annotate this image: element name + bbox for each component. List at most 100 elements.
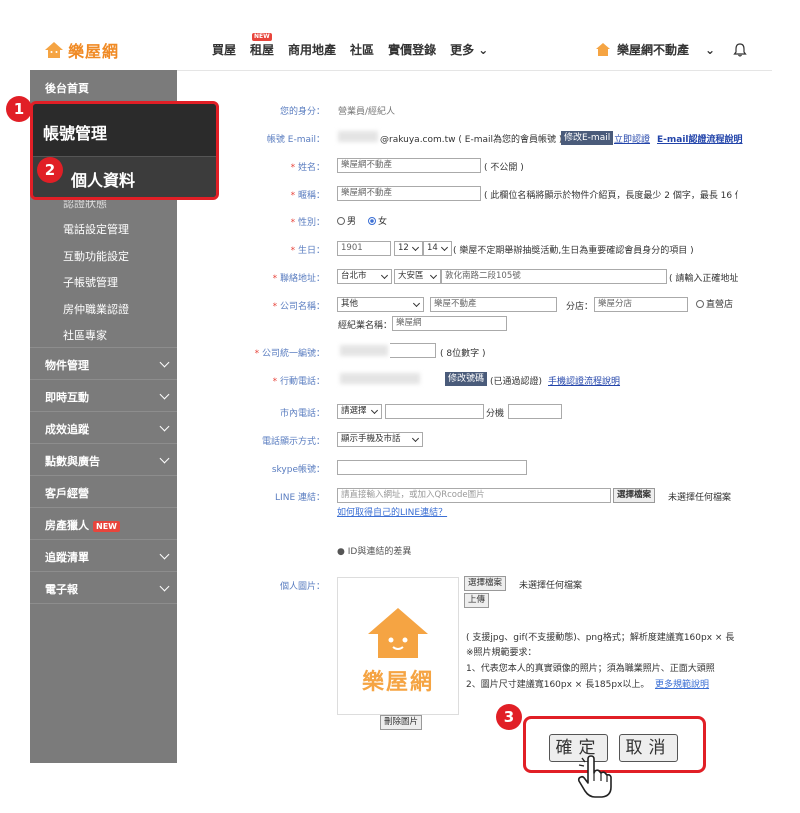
required-mark: * <box>254 349 260 359</box>
gender-female-radio[interactable]: 女 <box>368 214 387 227</box>
nav-rent[interactable]: NEW 租屋 <box>250 33 274 58</box>
nav-commercial[interactable]: 商用地產 <box>288 41 336 58</box>
sidebar-item-sub-accounts[interactable]: 子帳號管理 <box>63 274 118 290</box>
sidebar-item-label: 客戶經營 <box>45 487 89 500</box>
sidebar-item-phone-settings[interactable]: 電話設定管理 <box>63 221 129 237</box>
chevron-down-icon <box>159 357 170 368</box>
sidebar-item-agent-certification[interactable]: 房仲職業認證 <box>63 301 129 317</box>
step-badge-1: 1 <box>6 96 32 122</box>
identity-value: 營業員/經紀人 <box>338 107 396 117</box>
address-note: ( 請輸入正確地址 <box>669 274 738 284</box>
gender-male-label: 男 <box>347 217 357 227</box>
taxid-redacted <box>340 345 388 356</box>
name-note: ( 不公開 ) <box>484 163 524 173</box>
brand-input[interactable]: 樂屋網 <box>392 316 507 331</box>
delete-photo-button[interactable]: 刪除圖片 <box>380 715 423 730</box>
birth-month-select[interactable]: 12 <box>394 241 423 256</box>
radio-selected-icon <box>368 217 376 225</box>
company-type-select[interactable]: 其他 <box>337 297 424 312</box>
email-help-link[interactable]: E-mail認證流程說明 <box>657 132 743 145</box>
city-select[interactable]: 台北市 <box>337 269 392 284</box>
gender-male-radio[interactable]: 男 <box>337 214 356 227</box>
phone-area-select[interactable]: 請選擇 <box>337 404 382 419</box>
phone-label: 市內電話： <box>279 409 325 419</box>
required-mark: * <box>272 302 278 312</box>
photo-file-button[interactable]: 選擇檔案 <box>464 576 507 591</box>
birthday-label: * 生日： <box>225 243 325 256</box>
line-file-button[interactable]: 選擇檔案 <box>613 488 656 503</box>
chevron-down-icon <box>159 453 170 464</box>
sidebar-item-label: 後台首頁 <box>45 82 89 95</box>
display-mode-select[interactable]: 顯示手機及市話 <box>337 432 423 447</box>
nickname-note: ( 此欄位名稱將顯示於物件介紹頁，長度最少 2 個字，最長 16 個 <box>484 191 738 201</box>
nav-community[interactable]: 社區 <box>350 41 374 58</box>
birthday-label-text: 生日： <box>297 246 325 256</box>
phone-ext-input[interactable] <box>508 404 562 419</box>
photo-more-link[interactable]: 更多規範說明 <box>655 677 709 690</box>
verify-email-link[interactable]: 立即認證 <box>614 132 650 145</box>
house-mascot-icon <box>368 608 428 658</box>
divider <box>30 475 177 476</box>
sidebar-item-community-expert[interactable]: 社區專家 <box>63 327 107 343</box>
highlight-account-menu: 帳號管理 個人資料 <box>30 101 219 200</box>
sidebar-item-label: 成效追蹤 <box>45 423 89 436</box>
direct-store-label: 直營店 <box>706 300 734 310</box>
step-badge-2: 2 <box>37 157 63 183</box>
email-label: 帳號 E-mail： <box>266 135 325 145</box>
nickname-input[interactable]: 樂屋網不動產 <box>337 186 481 201</box>
divider <box>30 347 177 348</box>
main-nav: 買屋 NEW 租屋 商用地產 社區 實價登錄 更多 ⌄ <box>212 33 488 58</box>
street-input[interactable]: 敦化南路二段105號 <box>441 269 667 284</box>
account-management-label: 帳號管理 <box>43 124 108 143</box>
sidebar-item-account-management[interactable]: 帳號管理 <box>33 104 216 156</box>
sidebar-item-label: 房產獵人 <box>45 519 89 532</box>
step-badge-3: 3 <box>496 704 522 730</box>
divider <box>30 539 177 540</box>
user-menu[interactable]: 樂屋網不動產 ⌄ <box>595 41 747 58</box>
divider <box>30 379 177 380</box>
sidebar-item-interaction-settings[interactable]: 互動功能設定 <box>63 248 129 264</box>
birthday-note: ( 樂屋不定期舉辦抽獎活動,生日為重要確認會員身分的項目 ) <box>453 246 694 256</box>
sidebar-item-label: 物件管理 <box>45 359 89 372</box>
direct-store-radio[interactable]: 直營店 <box>696 297 733 310</box>
required-mark: * <box>272 377 278 387</box>
name-label-text: 姓名： <box>297 163 325 173</box>
birth-year-input[interactable]: 1901 <box>337 241 391 256</box>
mobile-help-link[interactable]: 手機認證流程說明 <box>548 374 620 387</box>
name-input[interactable]: 樂屋網不動產 <box>337 158 481 173</box>
id-diff-info[interactable]: ● ID與連結的差異 <box>337 544 411 557</box>
chevron-down-icon <box>159 581 170 592</box>
taxid-label: * 公司統一編號： <box>225 346 325 359</box>
phone-number-input[interactable] <box>385 404 484 419</box>
display-mode-label: 電話顯示方式： <box>261 437 325 447</box>
mobile-redacted <box>340 373 420 384</box>
nav-price-registry[interactable]: 實價登錄 <box>388 41 436 58</box>
upload-button[interactable]: 上傳 <box>464 593 490 608</box>
nav-more[interactable]: 更多 ⌄ <box>450 41 488 58</box>
chevron-down-icon[interactable]: ⌄ <box>705 43 715 57</box>
photo-note-formats: ( 支援jpg、gif(不支援動態)、png格式；解析度建議寬160px × 長 <box>466 633 735 643</box>
line-url-input[interactable]: 請直接輸入網址，或加入QRcode圖片 <box>337 488 611 503</box>
branch-input[interactable]: 樂屋分店 <box>594 297 688 312</box>
edit-mobile-button[interactable]: 修改號碼 <box>445 372 488 386</box>
divider <box>30 411 177 412</box>
nav-buy[interactable]: 買屋 <box>212 41 236 58</box>
agent-avatar-icon <box>596 42 610 56</box>
edit-email-button[interactable]: 修改E-mail <box>561 131 614 145</box>
skype-input[interactable] <box>337 460 527 475</box>
brand-label: 經紀業名稱： <box>338 321 393 331</box>
nav-more-label: 更多 <box>450 43 475 57</box>
company-name-input[interactable]: 樂屋不動產 <box>430 297 557 312</box>
nickname-label-text: 暱稱： <box>297 191 325 201</box>
line-help-link[interactable]: 如何取得自己的LINE連結？ <box>337 505 447 518</box>
bell-icon[interactable] <box>733 42 747 58</box>
district-select[interactable]: 大安區 <box>394 269 441 284</box>
address-label: * 聯絡地址： <box>225 271 325 284</box>
taxid-input[interactable] <box>390 343 436 358</box>
birth-day-select[interactable]: 14 <box>423 241 452 256</box>
divider <box>30 507 177 508</box>
sidebar-item-label: 即時互動 <box>45 391 89 404</box>
info-icon: ● <box>337 547 345 557</box>
required-mark: * <box>290 163 296 173</box>
site-logo[interactable]: 樂屋網 <box>44 38 119 62</box>
